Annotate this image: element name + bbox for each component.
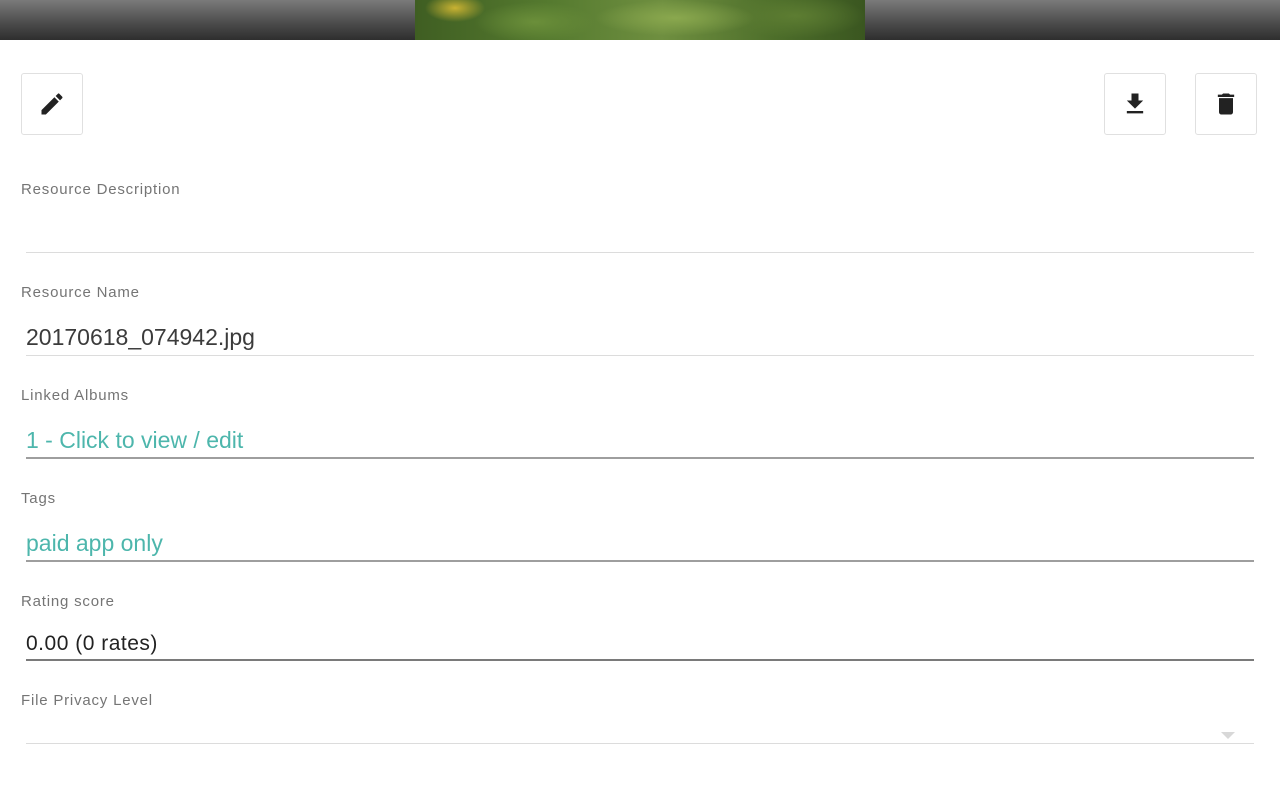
rating-value: 0.00 (0 rates) <box>26 632 158 655</box>
chevron-down-icon[interactable] <box>1221 732 1235 739</box>
linked-albums-link[interactable]: 1 - Click to view / edit <box>26 427 243 454</box>
resource-name-underline <box>26 355 1254 356</box>
linked-albums-label: Linked Albums <box>21 387 129 404</box>
pencil-icon <box>41 93 63 115</box>
tags-underline <box>26 560 1254 562</box>
linked-albums-underline <box>26 457 1254 459</box>
resource-name-label: Resource Name <box>21 284 140 301</box>
description-underline <box>26 252 1254 253</box>
download-button[interactable] <box>1104 73 1166 135</box>
privacy-level-underline <box>26 743 1254 744</box>
resource-name-field[interactable]: 20170618_074942.jpg <box>26 324 255 351</box>
download-icon <box>1126 93 1144 114</box>
privacy-level-label: File Privacy Level <box>21 692 153 709</box>
tags-label: Tags <box>21 490 56 507</box>
rating-underline <box>26 659 1254 661</box>
photo-thumbnail[interactable] <box>415 0 865 40</box>
trash-icon <box>1217 93 1235 115</box>
resource-details-panel: Resource Description Resource Name 20170… <box>7 40 1273 800</box>
edit-button[interactable] <box>21 73 83 135</box>
rating-label: Rating score <box>21 593 115 610</box>
top-bar <box>0 0 1280 40</box>
delete-button[interactable] <box>1195 73 1257 135</box>
description-label: Resource Description <box>21 181 181 198</box>
tags-link[interactable]: paid app only <box>26 530 163 557</box>
